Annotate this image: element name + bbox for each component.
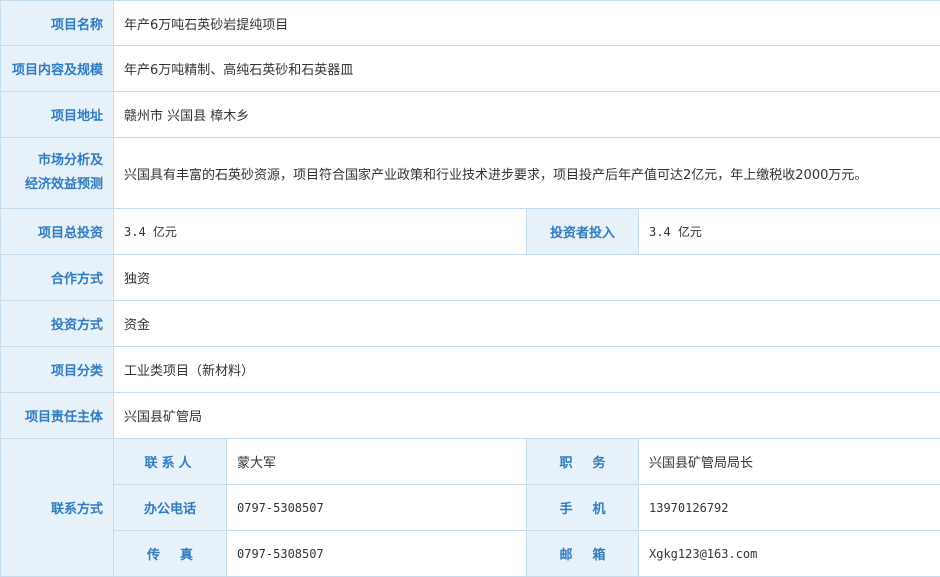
contact-person-label: 联系人 [114,439,227,485]
row-market-analysis: 市场分析及 经济效益预测 兴国具有丰富的石英砂资源，项目符合国家产业政策和行业技… [1,138,940,209]
row-project-address: 项目地址 赣州市 兴国县 樟木乡 [1,92,940,138]
project-scope-label: 项目内容及规模 [1,46,114,92]
row-contact-person: 联系方式 联系人 蒙大军 职务 兴国县矿管局局长 [1,439,940,485]
email-value: Xgkg123@163.com [639,531,940,577]
office-phone-label: 办公电话 [114,485,227,531]
investment-method-label: 投资方式 [1,301,114,347]
row-project-scope: 项目内容及规模 年产6万吨精制、高纯石英砂和石英器皿 [1,46,940,92]
project-name-value: 年产6万吨石英砂岩提纯项目 [114,1,940,46]
owner-value: 兴国县矿管局 [114,393,940,439]
market-analysis-label-line2: 经济效益预测 [1,173,103,197]
market-analysis-value: 兴国具有丰富的石英砂资源，项目符合国家产业政策和行业技术进步要求，项目投产后年产… [114,138,940,209]
cooperation-label: 合作方式 [1,255,114,301]
email-label: 邮箱 [527,531,639,577]
project-address-label: 项目地址 [1,92,114,138]
row-contact-phone: 办公电话 0797-5308507 手机 13970126792 [1,485,940,531]
market-analysis-label-line1: 市场分析及 [1,149,103,173]
row-contact-fax: 传真 0797-5308507 邮箱 Xgkg123@163.com [1,531,940,577]
row-investment: 项目总投资 3.4 亿元 投资者投入 3.4 亿元 [1,209,940,255]
project-scope-value: 年产6万吨精制、高纯石英砂和石英器皿 [114,46,940,92]
row-owner: 项目责任主体 兴国县矿管局 [1,393,940,439]
mobile-label: 手机 [527,485,639,531]
category-value: 工业类项目（新材料） [114,347,940,393]
position-label: 职务 [527,439,639,485]
owner-label: 项目责任主体 [1,393,114,439]
contact-person-value: 蒙大军 [227,439,527,485]
position-value: 兴国县矿管局局长 [639,439,940,485]
total-investment-label: 项目总投资 [1,209,114,255]
investor-input-label: 投资者投入 [527,209,639,255]
total-investment-value: 3.4 亿元 [114,209,527,255]
project-name-label: 项目名称 [1,1,114,46]
fax-label: 传真 [114,531,227,577]
market-analysis-label: 市场分析及 经济效益预测 [1,138,114,209]
fax-value: 0797-5308507 [227,531,527,577]
row-cooperation: 合作方式 独资 [1,255,940,301]
row-category: 项目分类 工业类项目（新材料） [1,347,940,393]
project-address-value: 赣州市 兴国县 樟木乡 [114,92,940,138]
mobile-value: 13970126792 [639,485,940,531]
office-phone-value: 0797-5308507 [227,485,527,531]
row-project-name: 项目名称 年产6万吨石英砂岩提纯项目 [1,1,940,46]
category-label: 项目分类 [1,347,114,393]
cooperation-value: 独资 [114,255,940,301]
project-info-table: 项目名称 年产6万吨石英砂岩提纯项目 项目内容及规模 年产6万吨精制、高纯石英砂… [0,0,940,577]
row-investment-method: 投资方式 资金 [1,301,940,347]
investor-input-value: 3.4 亿元 [639,209,940,255]
investment-method-value: 资金 [114,301,940,347]
contact-label: 联系方式 [1,439,114,577]
